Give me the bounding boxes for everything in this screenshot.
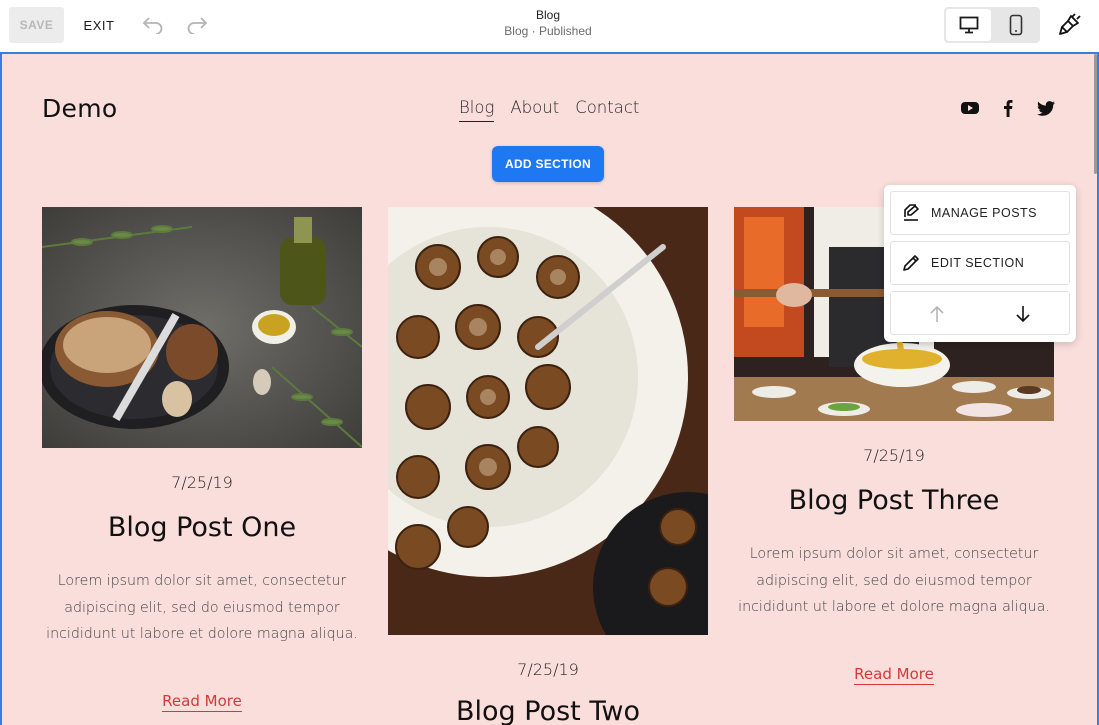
- read-more-link: Read More: [42, 692, 362, 712]
- social-links: [960, 98, 1056, 118]
- save-button[interactable]: SAVE: [9, 7, 64, 43]
- edit-section-label: EDIT SECTION: [931, 256, 1025, 270]
- exit-button[interactable]: EXIT: [76, 7, 122, 43]
- facebook-icon[interactable]: [998, 98, 1018, 118]
- site-canvas[interactable]: Demo Blog About Contact ADD SECTION 7/25…: [0, 52, 1099, 725]
- read-more-link-text[interactable]: Read More: [162, 692, 242, 712]
- manage-posts-button[interactable]: MANAGE POSTS: [890, 191, 1070, 235]
- scrollbar[interactable]: [1094, 54, 1097, 174]
- read-more-link: Read More: [734, 665, 1054, 685]
- nav-link-about[interactable]: About: [510, 98, 559, 122]
- post-title[interactable]: Blog Post Two: [388, 696, 708, 725]
- post-date: 7/25/19: [517, 660, 579, 679]
- redo-icon[interactable]: [184, 12, 210, 38]
- arrow-up-icon[interactable]: [925, 302, 949, 326]
- section-context-menu: MANAGE POSTS EDIT SECTION: [884, 185, 1076, 342]
- post-excerpt: Lorem ipsum dolor sit amet, consectetur …: [738, 546, 1050, 615]
- page-title: Blog: [535, 8, 561, 22]
- paintbrush-icon[interactable]: [1054, 10, 1084, 40]
- post-date: 7/25/19: [171, 473, 233, 492]
- post-image[interactable]: [388, 207, 708, 635]
- post-title[interactable]: Blog Post Three: [734, 485, 1054, 516]
- mobile-view-button[interactable]: [993, 9, 1038, 41]
- desktop-icon: [959, 16, 978, 34]
- site-nav: Blog About Contact: [459, 98, 639, 122]
- edit-document-icon: [901, 203, 921, 223]
- mobile-icon: [1009, 14, 1022, 36]
- reorder-controls: [890, 291, 1070, 335]
- post-excerpt: Lorem ipsum dolor sit amet, consectetur …: [46, 573, 358, 642]
- read-more-link-text[interactable]: Read More: [854, 665, 934, 685]
- twitter-icon[interactable]: [1036, 98, 1056, 118]
- nav-link-blog[interactable]: Blog: [459, 98, 495, 122]
- nav-link-contact[interactable]: Contact: [575, 98, 639, 122]
- undo-icon[interactable]: [140, 12, 166, 38]
- device-toggle: [944, 7, 1040, 43]
- post-image[interactable]: [42, 207, 362, 448]
- edit-section-button[interactable]: EDIT SECTION: [890, 241, 1070, 285]
- site-logo[interactable]: Demo: [42, 94, 117, 123]
- page-info[interactable]: Blog Blog · Published: [440, 8, 656, 39]
- editor-toolbar: SAVE EXIT Blog Blog · Published: [0, 0, 1099, 52]
- youtube-icon[interactable]: [960, 98, 980, 118]
- desktop-view-button[interactable]: [946, 9, 991, 41]
- arrow-down-icon[interactable]: [1011, 302, 1035, 326]
- post-date: 7/25/19: [863, 446, 925, 465]
- add-section-button[interactable]: ADD SECTION: [492, 146, 604, 182]
- manage-posts-label: MANAGE POSTS: [931, 206, 1038, 220]
- page-status: Blog · Published: [504, 24, 592, 38]
- pencil-icon: [901, 253, 921, 273]
- post-title[interactable]: Blog Post One: [42, 512, 362, 543]
